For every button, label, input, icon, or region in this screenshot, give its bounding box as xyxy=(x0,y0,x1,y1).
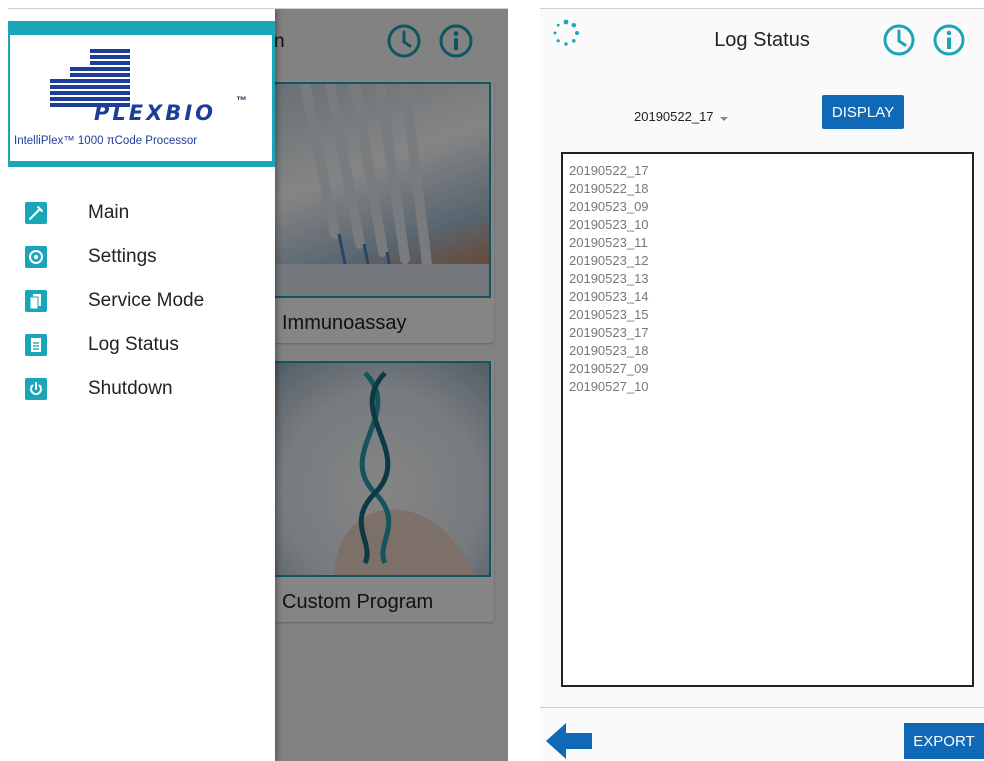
log-entry: 20190523_10 xyxy=(569,217,649,232)
log-entry: 20190523_13 xyxy=(569,271,649,286)
log-entry: 20190527_10 xyxy=(569,379,649,394)
chevron-down-icon xyxy=(719,117,728,121)
service-mode-icon xyxy=(25,290,47,312)
navigation-drawer: PLEXBIO ™ IntelliPlex™ 1000 πCode Proces… xyxy=(8,9,275,761)
bottom-divider xyxy=(540,707,984,708)
root: n Immunoassay Custom Program PLEXBIO ™ I… xyxy=(0,0,984,761)
log-entry: 20190523_12 xyxy=(569,253,649,268)
log-entry: 20190523_09 xyxy=(569,199,649,214)
page-title: Log Status xyxy=(714,29,810,51)
settings-icon xyxy=(25,246,47,268)
log-status-screen: Log Status 20190522_17 DISPLAY 20190522_… xyxy=(540,8,984,761)
logo-trademark: ™ xyxy=(236,95,247,107)
export-button[interactable]: EXPORT xyxy=(904,723,984,759)
menu-item-label: Settings xyxy=(88,246,157,267)
menu-item-label: Service Mode xyxy=(88,290,205,311)
log-date-dropdown[interactable]: 20190522_17 xyxy=(634,105,744,127)
menu-item-service-mode[interactable]: Service Mode xyxy=(8,279,275,323)
log-entry: 20190527_09 xyxy=(569,361,649,376)
menu-item-label: Main xyxy=(88,202,130,223)
logo-brand-text: PLEXBIO xyxy=(94,101,216,125)
menu-item-shutdown[interactable]: Shutdown xyxy=(8,367,275,411)
log-list-box[interactable]: 20190522_17 20190522_18 20190523_09 2019052… xyxy=(561,152,974,687)
menu-item-main[interactable]: Main xyxy=(8,191,275,235)
plexbio-logo: PLEXBIO ™ IntelliPlex™ 1000 πCode Proces… xyxy=(10,35,272,161)
log-date-selected-value: 20190522_17 xyxy=(634,108,714,124)
log-entry: 20190522_18 xyxy=(569,181,649,196)
pipette-icon xyxy=(25,202,47,224)
menu-item-settings[interactable]: Settings xyxy=(8,235,275,279)
menu-item-label: Log Status xyxy=(88,334,179,355)
log-entry: 20190522_17 xyxy=(569,163,649,178)
drawer-header: PLEXBIO ™ IntelliPlex™ 1000 πCode Proces… xyxy=(8,21,275,167)
display-button[interactable]: DISPLAY xyxy=(822,95,904,129)
log-entry: 20190523_11 xyxy=(569,235,648,250)
menu-item-log-status[interactable]: Log Status xyxy=(8,323,275,367)
history-clock-icon[interactable] xyxy=(882,23,916,57)
log-entry: 20190523_17 xyxy=(569,325,649,340)
info-icon[interactable] xyxy=(932,23,966,57)
power-icon xyxy=(25,378,47,400)
left-screen: n Immunoassay Custom Program PLEXBIO ™ I… xyxy=(8,8,508,761)
log-entry: 20190523_18 xyxy=(569,343,649,358)
logo-subtitle: IntelliPlex™ 1000 πCode Processor xyxy=(14,135,198,147)
log-document-icon xyxy=(25,334,47,356)
log-entry: 20190523_14 xyxy=(569,289,649,304)
drawer-menu: Main Settings Service Mode Log Status Sh… xyxy=(8,191,275,411)
back-arrow-icon[interactable] xyxy=(544,721,594,761)
menu-item-label: Shutdown xyxy=(88,378,173,399)
log-entry: 20190523_15 xyxy=(569,307,649,322)
